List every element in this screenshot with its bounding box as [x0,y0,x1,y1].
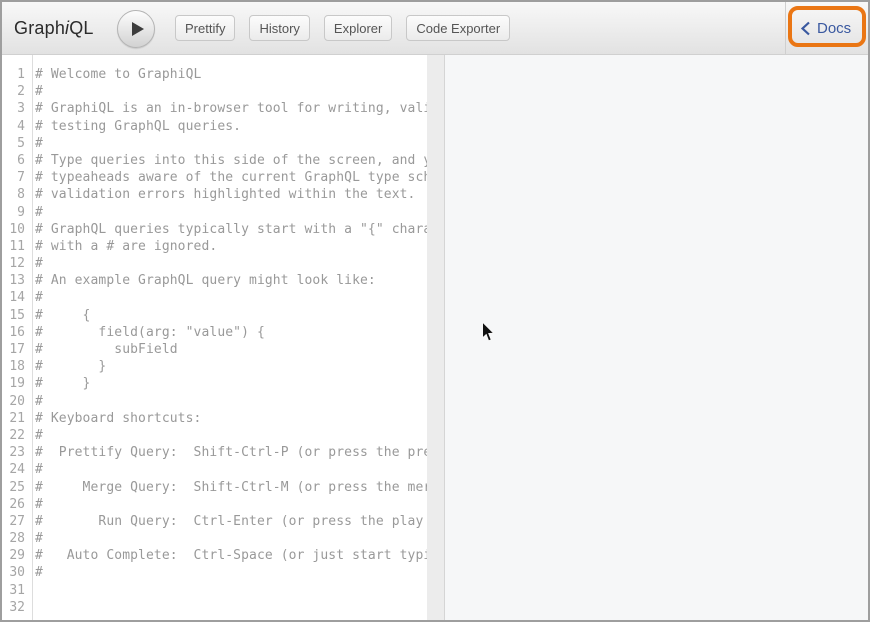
line-number: 4 [2,118,32,135]
editor-code[interactable]: # Welcome to GraphiQL## GraphiQL is an i… [33,55,427,620]
code-line: # [35,204,427,221]
line-number: 26 [2,496,32,513]
line-number: 9 [2,204,32,221]
code-line: # Run Query: Ctrl-Enter (or press the pl… [35,513,427,530]
code-line: # Merge Query: Shift-Ctrl-M (or press th… [35,479,427,496]
logo-text-graph: Graph [14,18,65,39]
line-number: 21 [2,410,32,427]
line-number: 30 [2,564,32,581]
line-number: 10 [2,221,32,238]
code-line: # { [35,307,427,324]
line-number: 28 [2,530,32,547]
line-number: 2 [2,83,32,100]
prettify-button[interactable]: Prettify [175,15,235,41]
code-line: # Welcome to GraphiQL [35,66,427,83]
code-line [35,599,427,616]
line-number: 19 [2,375,32,392]
code-line: # } [35,375,427,392]
code-line: # typeaheads aware of the current GraphQ… [35,169,427,186]
line-number: 20 [2,393,32,410]
code-line: # [35,289,427,306]
code-line: # [35,255,427,272]
code-line: # } [35,358,427,375]
line-number: 32 [2,599,32,616]
code-line: # [35,393,427,410]
code-exporter-button[interactable]: Code Exporter [406,15,510,41]
code-line: # GraphQL queries typically start with a… [35,221,427,238]
line-number: 11 [2,238,32,255]
code-line [35,582,427,599]
line-number: 23 [2,444,32,461]
line-number: 24 [2,461,32,478]
code-line: # Type queries into this side of the scr… [35,152,427,169]
line-number: 5 [2,135,32,152]
line-number: 12 [2,255,32,272]
result-pane [445,55,868,620]
line-number: 15 [2,307,32,324]
editor-gutter: 1234567891011121314151617181920212223242… [2,55,33,620]
play-icon [131,21,145,37]
code-line: # [35,530,427,547]
line-number: 31 [2,582,32,599]
code-line: # with a # are ignored. [35,238,427,255]
docs-button-label: Docs [817,20,851,37]
line-number: 16 [2,324,32,341]
line-number: 25 [2,479,32,496]
code-line: # field(arg: "value") { [35,324,427,341]
line-number: 17 [2,341,32,358]
app-logo: GraphiQL [14,2,94,54]
execute-query-button[interactable] [117,10,155,48]
line-number: 8 [2,186,32,203]
chevron-left-icon [800,21,811,36]
line-number: 14 [2,289,32,306]
pane-resize-divider[interactable] [427,55,445,620]
toolbar-section-divider [785,2,786,54]
code-line: # validation errors highlighted within t… [35,186,427,203]
toolbar-buttons: Prettify History Explorer Code Exporter [175,15,510,41]
code-line: # Prettify Query: Shift-Ctrl-P (or press… [35,444,427,461]
logo-text-ql: QL [69,18,93,39]
history-button[interactable]: History [249,15,309,41]
code-line: # [35,135,427,152]
docs-button[interactable]: Docs [800,2,851,54]
code-line: # An example GraphQL query might look li… [35,272,427,289]
code-line: # [35,496,427,513]
code-line: # [35,427,427,444]
query-editor-pane[interactable]: 1234567891011121314151617181920212223242… [2,55,427,620]
code-line: # testing GraphQL queries. [35,118,427,135]
graphiql-window: GraphiQL Prettify History Explorer Code … [0,0,870,622]
code-line: # [35,564,427,581]
main-content: 1234567891011121314151617181920212223242… [2,55,868,620]
line-number: 18 [2,358,32,375]
code-line: # [35,83,427,100]
code-line: # Keyboard shortcuts: [35,410,427,427]
code-line: # subField [35,341,427,358]
code-line: # Auto Complete: Ctrl-Space (or just sta… [35,547,427,564]
toolbar: GraphiQL Prettify History Explorer Code … [2,2,868,55]
line-number: 3 [2,100,32,117]
line-number: 27 [2,513,32,530]
code-line: # [35,461,427,478]
line-number: 7 [2,169,32,186]
line-number: 6 [2,152,32,169]
code-line: # GraphiQL is an in-browser tool for wri… [35,100,427,117]
line-number: 13 [2,272,32,289]
line-number: 1 [2,66,32,83]
explorer-button[interactable]: Explorer [324,15,392,41]
line-number: 22 [2,427,32,444]
line-number: 29 [2,547,32,564]
